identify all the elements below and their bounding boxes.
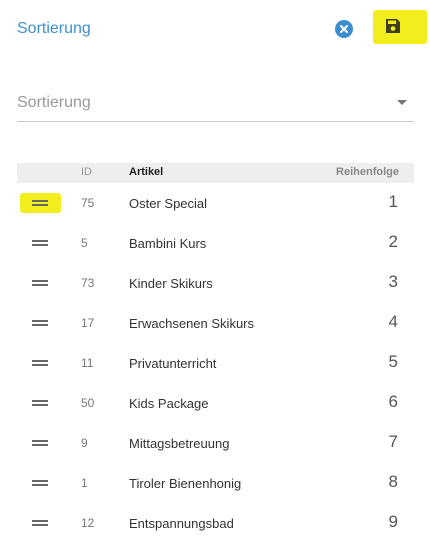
row-id: 12 bbox=[81, 516, 95, 530]
table-row: 5 Bambini Kurs 2 bbox=[17, 223, 414, 263]
drag-handle-icon[interactable] bbox=[20, 353, 61, 373]
row-order: 1 bbox=[388, 192, 398, 211]
row-name: Kinder Skikurs bbox=[129, 276, 213, 291]
table-row: 11 Privatunterricht 5 bbox=[17, 343, 414, 383]
row-order: 8 bbox=[388, 472, 398, 491]
row-order: 3 bbox=[388, 272, 398, 291]
column-header-reihenfolge: Reihenfolge bbox=[336, 166, 399, 178]
row-order: 9 bbox=[388, 512, 398, 531]
row-id: 75 bbox=[81, 196, 95, 210]
row-id: 5 bbox=[81, 236, 88, 250]
row-id: 50 bbox=[81, 396, 95, 410]
drag-handle-icon[interactable] bbox=[20, 193, 61, 213]
page-title: Sortierung bbox=[17, 20, 91, 37]
table-row: 73 Kinder Skikurs 3 bbox=[17, 263, 414, 303]
row-order: 5 bbox=[388, 352, 398, 371]
drag-handle-icon[interactable] bbox=[20, 473, 61, 493]
row-id: 17 bbox=[81, 316, 95, 330]
table-row: 50 Kids Package 6 bbox=[17, 383, 414, 423]
row-order: 2 bbox=[388, 232, 398, 251]
sort-select[interactable]: Sortierung bbox=[17, 87, 414, 122]
table-row: 1 Tiroler Bienenhonig 8 bbox=[17, 463, 414, 503]
row-id: 1 bbox=[81, 476, 88, 490]
column-header-id: ID bbox=[81, 166, 92, 178]
drag-handle-icon[interactable] bbox=[20, 273, 61, 293]
row-name: Erwachsenen Skikurs bbox=[129, 316, 254, 331]
row-name: Privatunterricht bbox=[129, 356, 217, 371]
row-id: 73 bbox=[81, 276, 95, 290]
table-row: 17 Erwachsenen Skikurs 4 bbox=[17, 303, 414, 343]
row-name: Bambini Kurs bbox=[129, 236, 207, 251]
floppy-disk-icon bbox=[386, 19, 400, 33]
row-name: Kids Package bbox=[129, 396, 209, 411]
table-row: 12 Entspannungsbad 9 bbox=[17, 503, 414, 543]
drag-handle-icon[interactable] bbox=[20, 433, 61, 453]
close-circle-icon bbox=[340, 25, 348, 33]
row-id: 11 bbox=[81, 356, 94, 370]
column-header-artikel: Artikel bbox=[129, 166, 164, 178]
row-name: Tiroler Bienenhonig bbox=[129, 476, 242, 491]
row-order: 7 bbox=[388, 432, 398, 451]
drag-handle-icon[interactable] bbox=[20, 393, 61, 413]
row-name: Oster Special bbox=[129, 196, 208, 211]
drag-handle-icon[interactable] bbox=[20, 233, 61, 253]
row-name: Entspannungsbad bbox=[129, 516, 234, 531]
row-name: Mittagsbetreuung bbox=[129, 436, 230, 451]
sort-select-placeholder: Sortierung bbox=[17, 94, 91, 111]
drag-handle-icon[interactable] bbox=[20, 513, 61, 533]
close-button[interactable] bbox=[335, 20, 353, 38]
chevron-down-icon bbox=[397, 100, 407, 105]
save-button[interactable] bbox=[373, 10, 427, 44]
drag-handle-icon[interactable] bbox=[20, 313, 61, 333]
row-id: 9 bbox=[81, 436, 88, 450]
table-row: 9 Mittagsbetreuung 7 bbox=[17, 423, 414, 463]
table-header: ID Artikel Reihenfolge bbox=[17, 163, 414, 183]
row-order: 6 bbox=[388, 392, 398, 411]
row-order: 4 bbox=[388, 312, 398, 331]
table-row: 75 Oster Special 1 bbox=[17, 183, 414, 223]
